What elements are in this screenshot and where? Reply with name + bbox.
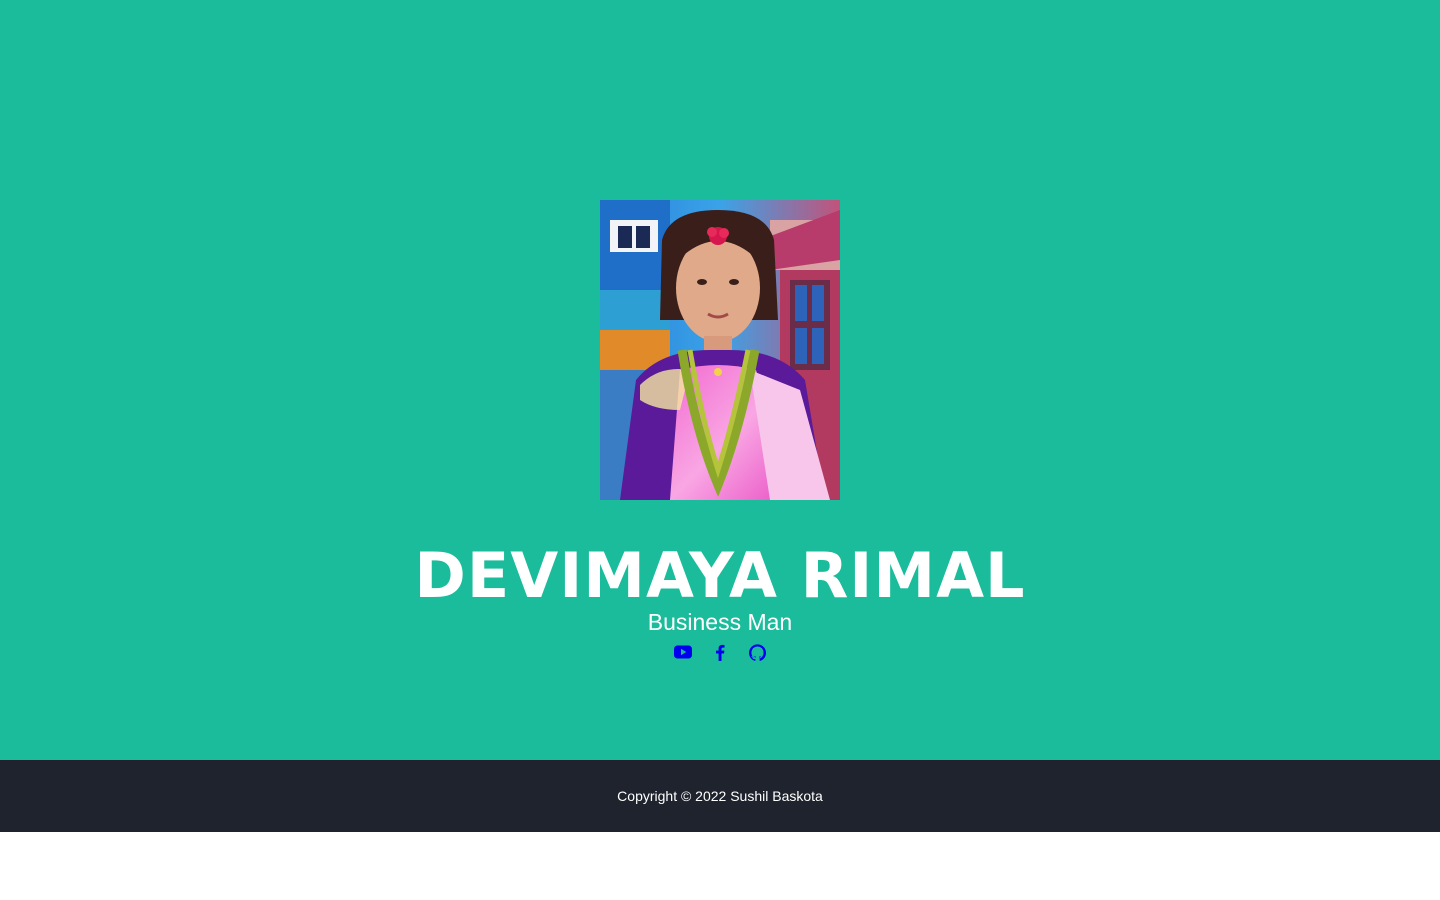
facebook-icon <box>716 644 725 661</box>
profile-name: DEVIMAYA RIMAL <box>414 539 1026 612</box>
footer: Copyright © 2022 Sushil Baskota <box>0 760 1440 832</box>
github-link[interactable] <box>748 641 766 663</box>
youtube-icon <box>674 645 692 659</box>
masthead: DEVIMAYA RIMAL Business Man <box>0 0 1440 760</box>
github-icon <box>748 643 766 661</box>
copyright-text: Copyright © 2022 Sushil Baskota <box>617 788 823 804</box>
profile-subtitle: Business Man <box>647 609 793 635</box>
social-links <box>0 641 1440 663</box>
facebook-link[interactable] <box>711 641 729 663</box>
portrait-image <box>600 200 840 500</box>
youtube-link[interactable] <box>674 641 692 663</box>
